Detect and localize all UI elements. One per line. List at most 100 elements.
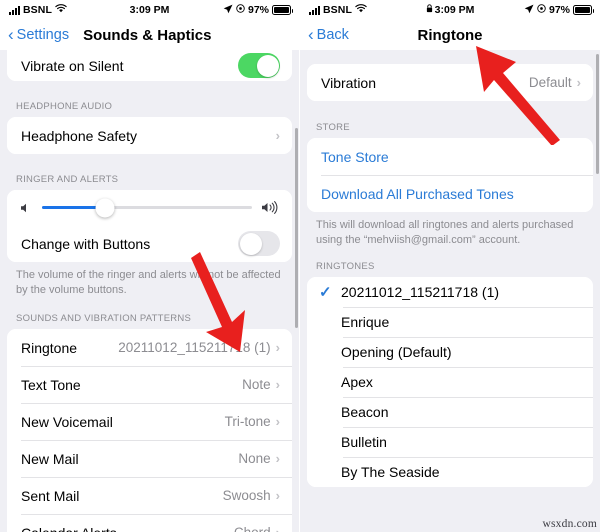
ringtone-label: Beacon [341,404,389,421]
row-headphone-safety[interactable]: Headphone Safety › [7,117,292,154]
headphone-audio-section: HEADPHONE AUDIO Headphone Safety › [0,101,299,154]
sounds-card: Ringtone 20211012_115211718 (1) › Text Tone… [7,329,292,532]
chevron-right-icon: › [275,488,280,504]
status-time: 3:09 PM [129,4,170,16]
ringer-card: Change with Buttons [7,190,292,262]
row-value: Default [528,75,572,90]
watermark-label: wsxdn.com [542,518,597,530]
row-sent-mail[interactable]: Sent Mail Swoosh › [7,477,292,515]
ringtone-label: 20211012_115211718 (1) [341,284,500,301]
vibration-card: Vibration Default › [307,64,593,101]
tone-store-link: Tone Store [321,148,389,165]
row-ringtone[interactable]: Ringtone 20211012_115211718 (1) › [7,329,292,367]
ringtones-card: ✓ 20211012_115211718 (1) Enrique Opening (D… [307,277,593,488]
left-content-scroll[interactable]: Vibrate on Silent HEADPHONE AUDIO Headph… [0,50,299,532]
ringtones-section: RINGTONES ✓ 20211012_115211718 (1) Enrique… [300,261,600,488]
chevron-right-icon: › [275,451,280,467]
section-header-ringtones: RINGTONES [316,261,375,273]
chevron-left-icon: ‹ [8,24,14,44]
right-status-bar: BSNL 3:09 PM 97% [300,0,600,20]
left-nav-bar: ‹ Settings Sounds & Haptics [0,20,299,50]
headphone-card: Headphone Safety › [7,117,292,154]
chevron-right-icon: › [275,340,280,356]
row-label: Calendar Alerts [21,525,117,532]
store-section: STORE Tone Store Download All Purchased … [300,122,600,247]
ringtone-item[interactable]: ✓ 20211012_115211718 (1) [307,277,593,308]
row-label: Text Tone [21,376,81,393]
vibrate-on-silent-toggle[interactable] [238,53,280,78]
battery-icon [272,5,293,15]
right-phone-screen: BSNL 3:09 PM 97% ‹ Back Ringtone Vibrati… [300,0,600,532]
row-value: 20211012_115211718 (1) [118,340,271,356]
checkmark-icon: ✓ [319,283,332,301]
row-label: New Mail [21,450,79,467]
volume-knob[interactable] [95,198,115,217]
ringtone-label: Apex [341,374,373,391]
row-download-all-purchased-tones[interactable]: Download All Purchased Tones [307,175,593,212]
download-all-link: Download All Purchased Tones [321,185,514,202]
page-title: Ringtone [417,26,483,44]
row-calendar-alerts[interactable]: Calendar Alerts Chord› [7,514,292,532]
dual-screenshot: BSNL 3:09 PM 97% ‹ Settings Sounds & Hap… [0,0,600,532]
left-status-bar: BSNL 3:09 PM 97% [0,0,299,20]
row-label: New Voicemail [21,413,113,430]
row-new-voicemail[interactable]: New Voicemail Tri-tone › [7,403,292,441]
page-title: Sounds & Haptics [83,26,212,44]
row-new-mail[interactable]: New Mail None › [7,440,292,478]
row-value: Note [242,377,271,393]
scroll-indicator[interactable] [596,54,599,174]
battery-icon [573,5,594,15]
ringtone-label: Opening (Default) [341,344,452,361]
ringer-alerts-section: RINGER AND ALERTS Change with Buttons Th… [0,174,299,297]
row-label: Vibrate on Silent [21,57,124,74]
ringtone-label: Bulletin [341,434,387,451]
row-vibrate-on-silent[interactable]: Vibrate on Silent [7,50,292,81]
back-button-settings[interactable]: ‹ Settings [8,24,70,44]
status-time: 3:09 PM [300,4,600,16]
chevron-right-icon: › [275,377,280,393]
left-phone-screen: BSNL 3:09 PM 97% ‹ Settings Sounds & Hap… [0,0,300,532]
row-label: Change with Buttons [21,235,151,252]
toggle-knob [256,54,279,77]
volume-track[interactable] [42,198,252,217]
store-card: Tone Store Download All Purchased Tones [307,138,593,212]
ringtone-item[interactable]: By The Seaside [307,457,593,488]
ringtone-item[interactable]: Beacon [307,397,593,428]
change-with-buttons-toggle[interactable] [238,231,280,256]
right-content-scroll[interactable]: Vibration Default › STORE Tone Store Dow… [300,50,600,532]
ringtone-item[interactable]: Opening (Default) [307,337,593,368]
row-value: Swoosh [222,488,271,504]
scroll-indicator[interactable] [295,128,298,328]
ringtone-label: Enrique [341,314,390,331]
ringtone-item[interactable]: Enrique [307,307,593,338]
section-header-sounds-patterns: SOUNDS AND VIBRATION PATTERNS [16,313,192,325]
vibration-section: Vibration Default › [300,64,600,101]
row-tone-store[interactable]: Tone Store [307,138,593,175]
chevron-right-icon: › [576,75,581,90]
chevron-right-icon: › [275,414,280,430]
section-header-headphone-audio: HEADPHONE AUDIO [16,101,113,112]
section-header-store: STORE [316,122,350,133]
ringtone-label: By The Seaside [341,464,440,481]
row-text-tone[interactable]: Text Tone Note › [7,366,292,404]
vibrate-card: Vibrate on Silent [7,50,292,81]
sounds-patterns-section: SOUNDS AND VIBRATION PATTERNS Ringtone 20… [0,313,299,532]
row-label: Ringtone [21,339,78,356]
row-change-with-buttons[interactable]: Change with Buttons [7,225,292,262]
lock-icon [426,4,433,16]
speaker-low-icon [20,202,33,214]
row-label: Sent Mail [21,487,80,504]
chevron-right-icon: › [276,526,280,532]
back-label: Settings [16,27,70,43]
toggle-knob [239,232,262,255]
ringer-footnote: The volume of the ringer and alerts will… [16,269,281,296]
ringtone-item[interactable]: Apex [307,367,593,398]
row-vibration[interactable]: Vibration Default › [307,64,593,101]
store-footnote: This will download all ringtones and ale… [316,219,574,246]
ringer-volume-slider-row[interactable] [7,190,292,225]
ringtone-item[interactable]: Bulletin [307,427,593,458]
row-label: Vibration [321,74,377,91]
row-value: None [238,451,271,467]
row-value: Tri-tone [224,414,271,430]
section-header-ringer-alerts: RINGER AND ALERTS [16,174,119,185]
